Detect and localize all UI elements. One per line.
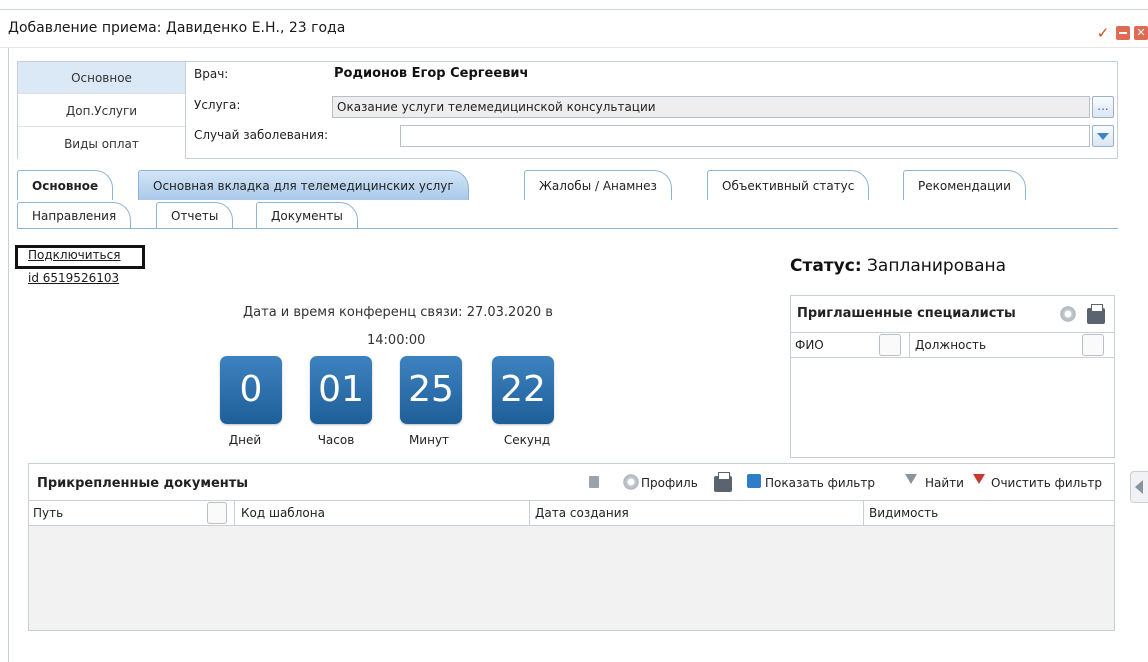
show-filter-button[interactable]: Показать фильтр	[765, 476, 875, 490]
invited-specialists-panel: Приглашенные специалисты ФИО Должность	[790, 295, 1115, 458]
service-select-button[interactable]: ...	[1092, 96, 1114, 118]
profile-gear-icon[interactable]	[622, 473, 640, 491]
countdown-days: 0	[220, 356, 282, 424]
print-icon[interactable]	[1087, 304, 1105, 324]
invited-title: Приглашенные специалисты	[797, 306, 1016, 321]
sidenav-item-extra-services[interactable]: Доп.Услуги	[18, 95, 185, 127]
countdown-seconds-label: Секунд	[503, 433, 551, 447]
docs-title: Прикрепленные документы	[37, 476, 249, 491]
status-value: Запланирована	[867, 256, 1007, 276]
clear-filter-button[interactable]: Очистить фильтр	[991, 476, 1102, 490]
close-icon[interactable]: ✕	[1134, 26, 1148, 40]
countdown-minutes-label: Минут	[408, 433, 450, 447]
side-nav: Основное Доп.Услуги Виды оплат	[17, 61, 186, 160]
tab-complaints[interactable]: Жалобы / Анамнез	[524, 170, 672, 200]
countdown-days-label: Дней	[228, 433, 262, 447]
sidenav-item-main[interactable]: Основное	[18, 62, 185, 94]
tab-documents[interactable]: Документы	[256, 202, 358, 228]
countdown-seconds: 22	[492, 356, 554, 424]
window-title: Добавление приема: Давиденко Е.Н., 23 го…	[8, 20, 346, 36]
countdown-hours-label: Часов	[317, 433, 355, 447]
invited-grid-header: ФИО Должность	[791, 332, 1114, 358]
countdown-hours: 01	[310, 356, 372, 424]
column-created-date[interactable]: Дата создания	[535, 506, 629, 520]
tab-reports[interactable]: Отчеты	[156, 202, 234, 228]
collapse-panel-arrow-icon[interactable]	[1130, 471, 1148, 503]
case-label: Случай заболевания:	[194, 128, 329, 142]
status-label: Статус:	[790, 256, 862, 276]
tab-referrals[interactable]: Направления	[17, 202, 132, 228]
sort-pin-icon[interactable]	[207, 502, 227, 524]
column-template-code[interactable]: Код шаблона	[241, 506, 325, 520]
find-filter-icon[interactable]	[905, 474, 917, 484]
find-button[interactable]: Найти	[925, 476, 964, 490]
chevron-down-icon	[1097, 133, 1109, 140]
tab-objective-status[interactable]: Объективный статус	[707, 170, 870, 200]
column-visibility[interactable]: Видимость	[869, 506, 938, 520]
sidenav-item-payment-types[interactable]: Виды оплат	[18, 128, 185, 160]
docs-grid-header: Путь Код шаблона Дата создания Видимость	[29, 500, 1114, 526]
tab-telemedicine[interactable]: Основная вкладка для телемедицинских усл…	[138, 170, 469, 200]
connect-link[interactable]: Подключиться	[28, 248, 120, 262]
save-check-icon[interactable]: ✓	[1096, 26, 1110, 41]
doctor-value: Родионов Егор Сергеевич	[334, 66, 529, 81]
id-link[interactable]: id 6519526103	[28, 271, 119, 285]
attached-documents-panel: Прикрепленные документы Профиль Показать…	[28, 463, 1115, 631]
column-position-menu-button[interactable]	[1082, 334, 1104, 356]
docs-print-icon[interactable]	[714, 472, 732, 492]
profile-button[interactable]: Профиль	[641, 476, 698, 490]
column-path[interactable]: Путь	[33, 506, 63, 520]
conference-time: 14:00:00	[367, 333, 426, 348]
service-label: Услуга:	[194, 98, 241, 112]
column-fio[interactable]: ФИО	[795, 338, 824, 352]
minimize-icon[interactable]	[1116, 26, 1130, 40]
case-dropdown-button[interactable]	[1092, 125, 1114, 147]
countdown-minutes: 25	[400, 356, 462, 424]
doctor-label: Врач:	[194, 67, 229, 81]
service-field[interactable]: Оказание услуги телемедицинской консульт…	[332, 96, 1090, 118]
show-filter-icon[interactable]	[747, 474, 761, 488]
tab-main[interactable]: Основное	[17, 170, 114, 200]
gear-icon[interactable]	[1059, 305, 1077, 323]
column-fio-menu-button[interactable]	[879, 334, 901, 356]
docs-grid-body	[29, 526, 1114, 630]
tab-recommendations[interactable]: Рекомендации	[903, 170, 1026, 200]
tab-divider	[17, 228, 1118, 229]
column-position[interactable]: Должность	[915, 338, 986, 352]
clear-filter-icon[interactable]	[973, 474, 985, 484]
columns-menu-icon[interactable]	[589, 476, 599, 488]
status: Статус: Запланирована	[790, 256, 1006, 276]
case-field[interactable]	[400, 125, 1090, 147]
conference-text: Дата и время конференц связи: 27.03.2020…	[243, 305, 553, 320]
